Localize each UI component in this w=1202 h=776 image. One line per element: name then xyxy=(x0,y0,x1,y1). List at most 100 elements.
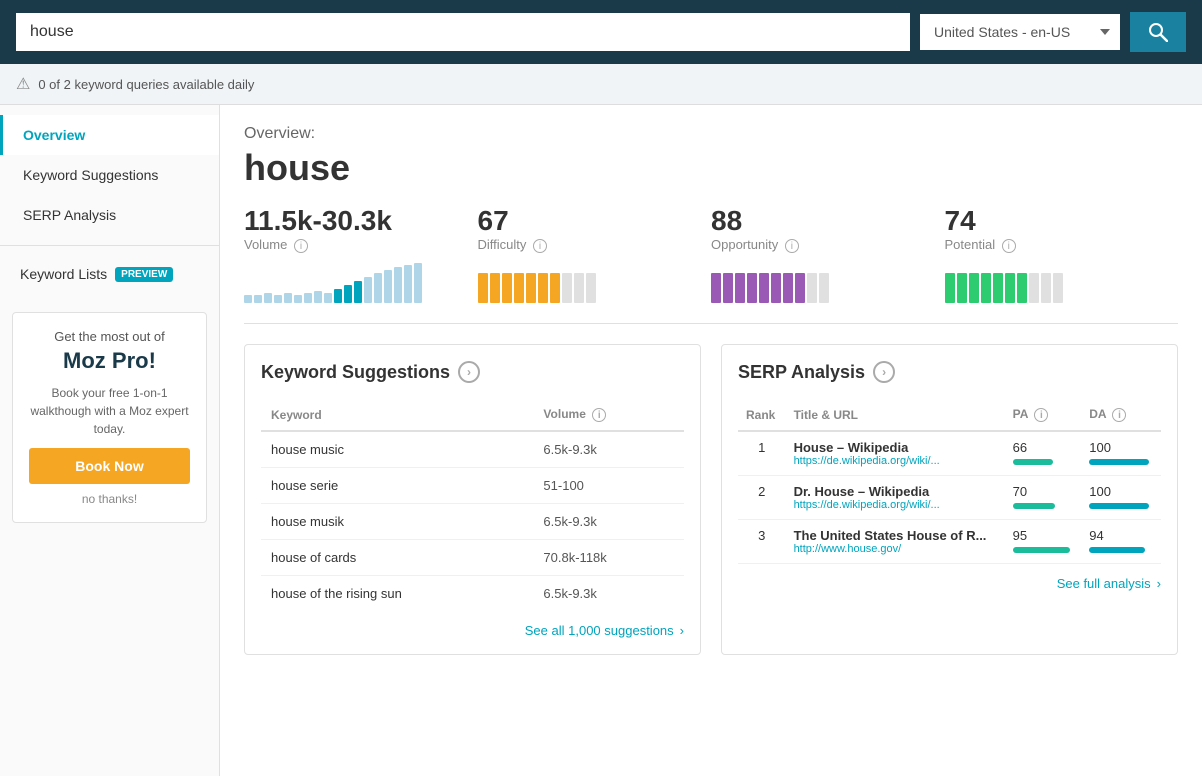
sidebar-item-overview[interactable]: Overview xyxy=(0,115,219,155)
bar xyxy=(723,273,733,303)
sidebar-item-serp-analysis[interactable]: SERP Analysis xyxy=(0,195,219,235)
header: United States - en-US United Kingdom - e… xyxy=(0,0,1202,64)
table-row: house of cards 70.8k-118k xyxy=(261,540,684,576)
stat-opportunity: 88 Opportunity i xyxy=(711,205,945,303)
opportunity-bar-chart xyxy=(711,263,925,303)
serp-pa: 70 xyxy=(1005,476,1082,520)
bar xyxy=(384,270,392,303)
pa-info-icon[interactable]: i xyxy=(1034,408,1048,422)
difficulty-bar-chart xyxy=(478,263,692,303)
bar xyxy=(759,273,769,303)
see-all-icon: › xyxy=(680,623,684,638)
bar xyxy=(374,273,382,303)
bar xyxy=(550,273,560,303)
bar xyxy=(364,277,372,303)
serp-analysis-title: SERP Analysis › xyxy=(738,361,1161,383)
volume-col-info-icon[interactable]: i xyxy=(592,408,606,422)
book-now-button[interactable]: Book Now xyxy=(29,448,190,484)
see-all-link[interactable]: See all 1,000 suggestions › xyxy=(261,611,684,638)
bar xyxy=(969,273,979,303)
bar xyxy=(404,265,412,303)
potential-bar-chart xyxy=(945,263,1159,303)
da-info-icon[interactable]: i xyxy=(1112,408,1126,422)
bar xyxy=(514,273,524,303)
bar xyxy=(354,281,362,303)
kw-keyword[interactable]: house of the rising sun xyxy=(261,576,533,612)
difficulty-info-icon[interactable]: i xyxy=(533,239,547,253)
sidebar-keyword-lists[interactable]: Keyword Lists PREVIEW xyxy=(0,256,219,292)
difficulty-label: Difficulty i xyxy=(478,237,692,253)
kw-volume: 51-100 xyxy=(533,468,684,504)
serp-title-url: House – Wikipedia https://de.wikipedia.o… xyxy=(786,431,1005,476)
opportunity-info-icon[interactable]: i xyxy=(785,239,799,253)
bar xyxy=(324,293,332,303)
kw-volume: 6.5k-9.3k xyxy=(533,431,684,468)
promo-brand: Moz Pro! xyxy=(29,348,190,374)
potential-value: 74 xyxy=(945,205,1159,237)
pa-bar xyxy=(1013,459,1053,465)
serp-title-url: The United States House of R... http://w… xyxy=(786,520,1005,564)
bar xyxy=(314,291,322,303)
warning-icon: ⚠ xyxy=(16,74,30,94)
bar xyxy=(334,289,342,303)
kw-keyword[interactable]: house serie xyxy=(261,468,533,504)
bar xyxy=(244,295,252,303)
kw-keyword[interactable]: house of cards xyxy=(261,540,533,576)
bar xyxy=(394,267,402,303)
bar xyxy=(274,295,282,303)
bar xyxy=(490,273,500,303)
serp-rank: 3 xyxy=(738,520,786,564)
kw-keyword[interactable]: house music xyxy=(261,431,533,468)
da-bar xyxy=(1089,503,1149,509)
table-row: 1 House – Wikipedia https://de.wikipedia… xyxy=(738,431,1161,476)
potential-info-icon[interactable]: i xyxy=(1002,239,1016,253)
bar xyxy=(1041,273,1051,303)
kw-volume: 6.5k-9.3k xyxy=(533,576,684,612)
keyword-lists-label: Keyword Lists xyxy=(20,266,107,282)
volume-value: 11.5k-30.3k xyxy=(244,205,458,237)
col-volume: Volume i xyxy=(533,399,684,431)
bar xyxy=(562,273,572,303)
kw-volume: 6.5k-9.3k xyxy=(533,504,684,540)
search-icon xyxy=(1148,22,1168,42)
opportunity-label: Opportunity i xyxy=(711,237,925,253)
bottom-panels: Keyword Suggestions › Keyword Volume i xyxy=(244,344,1178,655)
bar xyxy=(304,293,312,303)
bar xyxy=(586,273,596,303)
serp-da: 100 xyxy=(1081,431,1161,476)
table-row: house of the rising sun 6.5k-9.3k xyxy=(261,576,684,612)
preview-badge: PREVIEW xyxy=(115,267,173,282)
bar xyxy=(538,273,548,303)
bar xyxy=(747,273,757,303)
see-full-link[interactable]: See full analysis › xyxy=(738,564,1161,591)
stat-difficulty: 67 Difficulty i xyxy=(478,205,712,303)
col-keyword: Keyword xyxy=(261,399,533,431)
locale-select[interactable]: United States - en-US United Kingdom - e… xyxy=(920,14,1120,50)
main-content: Overview: house 11.5k-30.3k Volume i xyxy=(220,105,1202,776)
serp-pa: 66 xyxy=(1005,431,1082,476)
sidebar-item-keyword-suggestions[interactable]: Keyword Suggestions xyxy=(0,155,219,195)
promo-box: Get the most out of Moz Pro! Book your f… xyxy=(12,312,207,523)
col-da: DA i xyxy=(1081,399,1161,431)
table-row: 2 Dr. House – Wikipedia https://de.wikip… xyxy=(738,476,1161,520)
no-thanks-link[interactable]: no thanks! xyxy=(29,492,190,506)
volume-label: Volume i xyxy=(244,237,458,253)
difficulty-value: 67 xyxy=(478,205,692,237)
opportunity-value: 88 xyxy=(711,205,925,237)
search-button[interactable] xyxy=(1130,12,1186,52)
serp-analysis-panel: SERP Analysis › Rank Title & URL PA i xyxy=(721,344,1178,655)
bar xyxy=(344,285,352,303)
serp-da: 100 xyxy=(1081,476,1161,520)
pa-bar xyxy=(1013,547,1070,553)
bar xyxy=(981,273,991,303)
promo-intro: Get the most out of xyxy=(29,329,190,344)
keyword-suggestions-arrow[interactable]: › xyxy=(458,361,480,383)
kw-keyword[interactable]: house musik xyxy=(261,504,533,540)
bar xyxy=(1005,273,1015,303)
volume-info-icon[interactable]: i xyxy=(294,239,308,253)
bar xyxy=(264,293,272,303)
warning-text: 0 of 2 keyword queries available daily xyxy=(38,77,254,92)
bar xyxy=(502,273,512,303)
search-input[interactable] xyxy=(16,13,910,51)
serp-analysis-arrow[interactable]: › xyxy=(873,361,895,383)
